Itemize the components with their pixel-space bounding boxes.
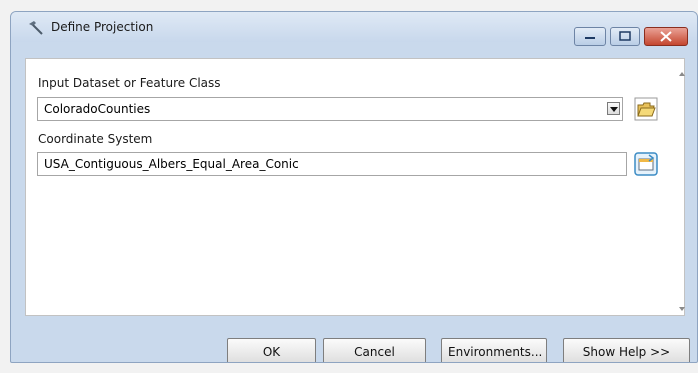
maximize-icon [619, 31, 631, 41]
minimize-button[interactable] [574, 27, 606, 46]
coordinate-system-label: Coordinate System [38, 132, 153, 146]
chevron-down-icon[interactable] [607, 102, 620, 115]
input-dataset-value: ColoradoCounties [44, 102, 151, 116]
open-folder-icon[interactable] [634, 97, 658, 121]
input-dataset-label: Input Dataset or Feature Class [38, 76, 221, 90]
spatial-reference-properties-icon[interactable] [634, 152, 658, 176]
show-help-button[interactable]: Show Help >> [563, 338, 690, 362]
scroll-down-arrow-icon[interactable] [679, 307, 685, 311]
close-button[interactable] [644, 27, 688, 46]
coordinate-system-field[interactable]: USA_Contiguous_Albers_Equal_Area_Conic [37, 152, 627, 176]
input-dataset-dropdown[interactable]: ColoradoCounties [37, 97, 623, 121]
ok-button[interactable]: OK [227, 338, 316, 362]
minimize-icon [585, 37, 595, 39]
scroll-up-arrow-icon[interactable] [679, 72, 685, 76]
environments-button[interactable]: Environments... [441, 338, 547, 362]
window-title: Define Projection [51, 20, 154, 34]
maximize-button[interactable] [610, 27, 640, 46]
define-projection-window: Define Projection Input Dataset or Featu… [10, 11, 698, 363]
cancel-button[interactable]: Cancel [323, 338, 426, 362]
hammer-icon [29, 21, 43, 35]
coordinate-system-value: USA_Contiguous_Albers_Equal_Area_Conic [44, 157, 299, 171]
title-bar[interactable]: Define Projection [11, 12, 697, 46]
close-icon [660, 31, 672, 42]
